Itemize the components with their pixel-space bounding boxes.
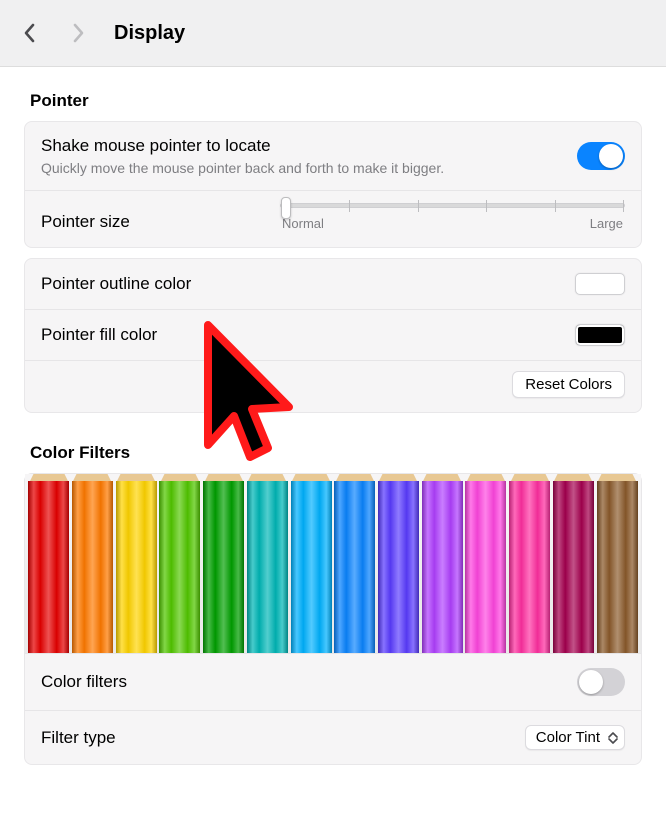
pencil-icon: [28, 474, 69, 653]
pointer-fill-label: Pointer fill color: [41, 325, 157, 345]
pencil-icon: [465, 474, 506, 653]
pointer-outline-label: Pointer outline color: [41, 274, 191, 294]
pointer-fill-swatch[interactable]: [575, 324, 625, 346]
chevron-left-icon: [23, 23, 37, 43]
pencil-icon: [159, 474, 200, 653]
pencil-icon: [378, 474, 419, 653]
color-filters-label: Color filters: [41, 672, 127, 692]
pointer-color-panel: Pointer outline color Pointer fill color…: [24, 258, 642, 413]
pointer-panel: Shake mouse pointer to locate Quickly mo…: [24, 121, 642, 248]
pencil-icon: [291, 474, 332, 653]
pointer-section-label: Pointer: [30, 91, 642, 111]
forward-button[interactable]: [66, 21, 90, 45]
color-filters-toggle-row: Color filters: [25, 654, 641, 711]
shake-to-locate-label: Shake mouse pointer to locate: [41, 136, 444, 156]
chevron-right-icon: [71, 23, 85, 43]
pencil-icon: [247, 474, 288, 653]
pencil-icon: [334, 474, 375, 653]
filter-type-label: Filter type: [41, 728, 116, 748]
pointer-fill-row: Pointer fill color: [25, 310, 641, 361]
pointer-size-row: Pointer size Normal Large: [25, 191, 641, 247]
pencil-icon: [422, 474, 463, 653]
color-filters-preview: [25, 474, 641, 654]
shake-to-locate-row: Shake mouse pointer to locate Quickly mo…: [25, 122, 641, 191]
color-filters-toggle[interactable]: [577, 668, 625, 696]
pencil-icon: [553, 474, 594, 653]
shake-to-locate-toggle[interactable]: [577, 142, 625, 170]
pencil-icon: [72, 474, 113, 653]
pointer-size-slider-thumb[interactable]: [281, 197, 291, 219]
shake-to-locate-subtitle: Quickly move the mouse pointer back and …: [41, 160, 444, 176]
back-button[interactable]: [18, 21, 42, 45]
pencil-icon: [509, 474, 550, 653]
pointer-outline-swatch[interactable]: [575, 273, 625, 295]
pencil-icon: [597, 474, 638, 653]
pointer-size-label: Pointer size: [41, 212, 130, 232]
filter-type-select[interactable]: Color Tint: [525, 725, 625, 750]
filter-type-value: Color Tint: [536, 729, 600, 746]
pointer-outline-row: Pointer outline color: [25, 259, 641, 310]
color-filters-panel: Color filters Filter type Color Tint: [24, 473, 642, 765]
select-arrows-icon: [608, 732, 618, 744]
reset-colors-button[interactable]: Reset Colors: [512, 371, 625, 398]
filter-type-row: Filter type Color Tint: [25, 711, 641, 764]
color-filters-section-label: Color Filters: [30, 443, 642, 463]
pencil-icon: [116, 474, 157, 653]
page-title: Display: [114, 22, 185, 45]
title-bar: Display: [0, 0, 666, 67]
pointer-size-slider-track[interactable]: [280, 203, 625, 208]
pointer-size-max-label: Large: [590, 216, 623, 231]
pencil-icon: [203, 474, 244, 653]
